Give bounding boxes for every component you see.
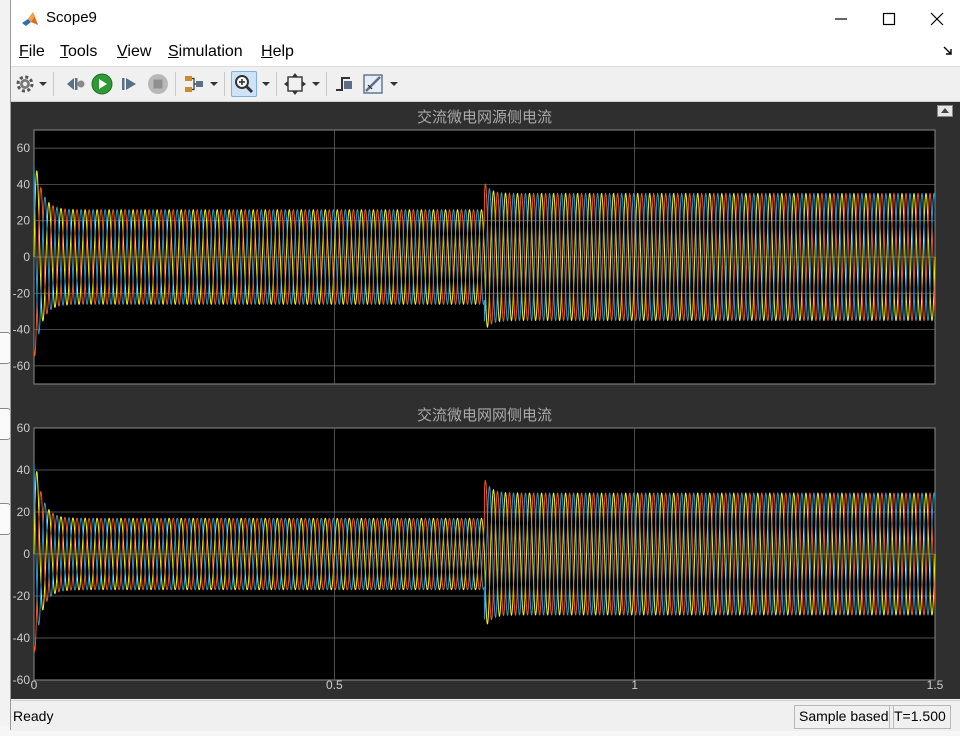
- toolbar-divider: [53, 72, 54, 96]
- menu-bar: File Tools View Simulation Help: [11, 38, 960, 67]
- step-back-button[interactable]: [63, 72, 87, 96]
- stop-icon: [148, 74, 168, 94]
- measurements-button[interactable]: [361, 72, 385, 96]
- title-bar: Scope9: [11, 0, 960, 38]
- autoscale-icon: [284, 73, 306, 95]
- matlab-icon: [22, 12, 38, 26]
- x-tick-label: 1.5: [927, 678, 944, 692]
- play-icon: [91, 73, 113, 95]
- maximize-button[interactable]: [865, 0, 913, 38]
- status-bar: Ready Sample based T=1.500: [11, 700, 960, 731]
- chevron-down-icon[interactable]: [262, 80, 270, 88]
- y-tick-label: -40: [13, 631, 31, 645]
- chevron-down-icon[interactable]: [210, 80, 218, 88]
- zoom-in-icon: [235, 75, 254, 94]
- step-forward-icon: [122, 78, 136, 90]
- y-tick-label: -20: [13, 589, 31, 603]
- chevron-down-icon[interactable]: [390, 80, 398, 88]
- scope-window: Scope9 File Tools View Simulation Help 交…: [10, 0, 960, 731]
- time-indicator: T=1.500: [889, 705, 951, 729]
- y-tick-label: 20: [17, 214, 31, 228]
- block-highlight-icon: [185, 76, 203, 92]
- measurement-icon: [363, 74, 383, 94]
- step-forward-button[interactable]: [118, 72, 142, 96]
- undock-arrow-icon[interactable]: [943, 46, 953, 56]
- trigger-icon: [336, 77, 352, 91]
- y-tick-label: -60: [13, 673, 31, 687]
- scope-display: 交流微电网源侧电流 60 40 20 0 -20 -40 -60 交流微电网网侧电流 60 40 20…: [11, 102, 960, 699]
- status-text: Ready: [13, 708, 54, 724]
- minimize-icon: [835, 18, 847, 20]
- zoom-button[interactable]: [231, 71, 257, 97]
- toolbar-divider: [224, 72, 225, 96]
- maximize-axes-icon[interactable]: [937, 105, 953, 117]
- chevron-down-icon[interactable]: [39, 80, 47, 88]
- stop-button[interactable]: [146, 72, 170, 96]
- plot-title: 交流微电网源侧电流: [417, 108, 552, 126]
- y-tick-label: 20: [17, 505, 31, 519]
- gear-icon: [16, 75, 34, 93]
- settings-button[interactable]: [13, 72, 37, 96]
- maximize-icon: [882, 12, 896, 26]
- close-button[interactable]: [913, 0, 960, 38]
- toolbar-divider: [326, 72, 327, 96]
- menu-file[interactable]: File: [19, 43, 45, 61]
- toolbar: [11, 67, 960, 102]
- y-tick-label: 40: [17, 177, 31, 191]
- trigger-button[interactable]: [332, 72, 356, 96]
- chevron-down-icon[interactable]: [312, 80, 320, 88]
- y-tick-label: 60: [17, 141, 31, 155]
- y-tick-label: 60: [17, 421, 31, 435]
- step-back-icon: [67, 78, 85, 90]
- close-icon: [930, 12, 944, 26]
- y-tick-label: 0: [23, 250, 30, 264]
- menu-simulation[interactable]: Simulation: [168, 43, 243, 61]
- toolbar-divider: [276, 72, 277, 96]
- x-tick-label: 1: [631, 678, 638, 692]
- y-tick-label: 0: [23, 547, 30, 561]
- menu-help[interactable]: Help: [261, 43, 294, 61]
- minimize-button[interactable]: [817, 0, 865, 38]
- x-tick-label: 0: [31, 678, 38, 692]
- toolbar-divider: [175, 72, 176, 96]
- y-tick-label: -60: [13, 359, 31, 373]
- window-title: Scope9: [46, 9, 97, 26]
- menu-view[interactable]: View: [117, 43, 151, 61]
- scope-chart: 交流微电网源侧电流 60 40 20 0 -20 -40 -60 交流微电网网侧电流 60 40 20…: [13, 108, 944, 692]
- y-tick-label: -40: [13, 323, 31, 337]
- x-tick-label: 0.5: [326, 678, 343, 692]
- highlight-block-button[interactable]: [182, 72, 206, 96]
- sample-mode-indicator: Sample based: [794, 705, 894, 729]
- autoscale-button[interactable]: [283, 72, 307, 96]
- plot-title: 交流微电网网侧电流: [417, 406, 552, 424]
- y-tick-label: -20: [13, 286, 31, 300]
- y-tick-label: 40: [17, 463, 31, 477]
- menu-tools[interactable]: Tools: [60, 43, 97, 61]
- run-button[interactable]: [90, 72, 114, 96]
